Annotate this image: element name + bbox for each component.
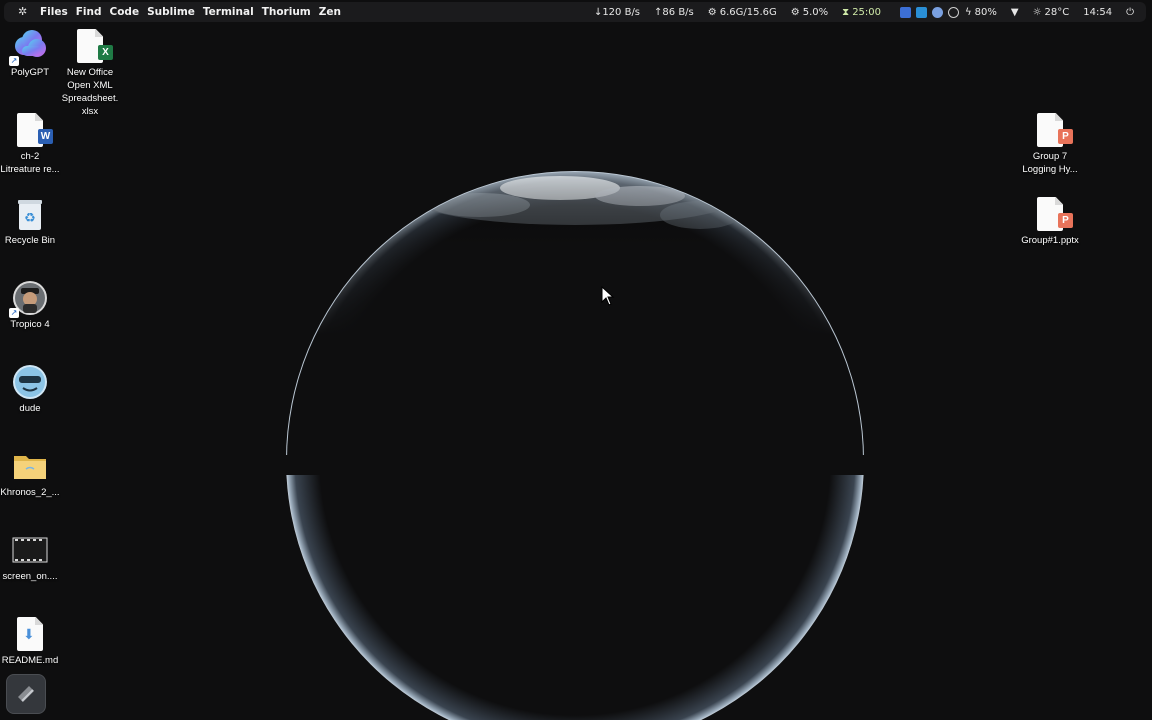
desktop-icon-khronos[interactable]: Khronos_2_... [0, 448, 60, 499]
icon-label: dude [19, 403, 41, 414]
desktop-icon-ch2[interactable]: W ch-2 Litreature re... [0, 112, 60, 176]
sync-icon[interactable] [948, 6, 960, 18]
icon-label: Group 7 Logging Hy... [1022, 151, 1078, 175]
icon-label: screen_on.... [2, 571, 58, 582]
icon-label: PolyGPT [10, 67, 49, 78]
wifi-icon[interactable]: ▼ [1011, 7, 1019, 18]
battery-value: 80% [974, 6, 997, 18]
word-badge: W [38, 129, 53, 144]
weather: ☼ 28°C [1033, 7, 1070, 18]
clock[interactable]: 14:54 [1083, 7, 1112, 18]
hourglass-icon: ⧗ [842, 6, 850, 18]
menu-zen[interactable]: Zen [319, 6, 341, 18]
top-menu-bar: ✲ Files Find Code Sublime Terminal Thori… [4, 2, 1146, 22]
cpu-value: 5.0% [802, 6, 829, 18]
powerpoint-badge: P [1058, 129, 1073, 144]
network-upload-rate: ↑86 B/s [654, 6, 694, 18]
menu-code[interactable]: Code [110, 6, 140, 18]
menu-terminal[interactable]: Terminal [203, 6, 254, 18]
weather-value: 28°C [1044, 6, 1070, 18]
excel-file-icon: X [72, 28, 113, 64]
video-file-icon [12, 532, 48, 568]
icon-label: Recycle Bin [4, 235, 56, 246]
menu-files[interactable]: Files [40, 6, 68, 18]
dock-app-button[interactable] [6, 674, 46, 714]
menu-thorium[interactable]: Thorium [262, 6, 311, 18]
tropico-icon: ↗ [9, 280, 48, 318]
desktop-icon-group1[interactable]: P Group#1.pptx [1020, 196, 1080, 247]
desktop-icon-tropico[interactable]: ↗ Tropico 4 [0, 280, 60, 331]
folder-icon [12, 448, 48, 484]
pomodoro-timer[interactable]: ⧗ 25:00 [842, 7, 881, 18]
battery-icon: ϟ [965, 6, 972, 18]
network-download-rate: ↓120 B/s [593, 6, 641, 18]
powerpoint-file-icon: P [1032, 112, 1073, 148]
recycle-bin-icon: ♻ [12, 196, 48, 232]
desktop-icon-dude[interactable]: dude [0, 364, 60, 415]
desktop-icon-group7[interactable]: P Group 7 Logging Hy... [1020, 112, 1080, 176]
shortcut-arrow-icon: ↗ [9, 308, 19, 318]
desktop[interactable]: ✲ Files Find Code Sublime Terminal Thori… [0, 0, 1152, 720]
icon-label: Khronos_2_... [0, 487, 60, 498]
icon-label: Tropico 4 [10, 319, 50, 330]
memory-icon: ⚙ [707, 6, 717, 18]
mouse-cursor-icon [601, 286, 615, 306]
icon-label: Group#1.pptx [1021, 235, 1079, 246]
desktop-icon-spreadsheet[interactable]: X New Office Open XML Spreadsheet. xlsx [60, 28, 120, 118]
power-icon[interactable]: ⏻ [1126, 7, 1134, 18]
icon-label: New Office Open XML Spreadsheet. xlsx [61, 67, 119, 117]
dock-app-icon [18, 686, 34, 702]
shortcut-arrow-icon: ↗ [9, 56, 19, 66]
desktop-icon-screen-recording[interactable]: screen_on.... [0, 532, 60, 583]
wallpaper-earth [0, 0, 1152, 720]
memory-usage: ⚙ 6.6G/15.6G [708, 7, 777, 18]
browser-icon[interactable] [932, 6, 944, 18]
word-file-icon: W [12, 112, 53, 148]
polygpt-icon: ↗ [9, 28, 48, 66]
svg-text:♻: ♻ [24, 211, 36, 226]
bitwarden-icon[interactable] [900, 6, 912, 18]
desktop-icon-polygpt[interactable]: ↗ PolyGPT [0, 28, 60, 79]
timer-value: 25:00 [852, 6, 882, 18]
desktop-icon-readme[interactable]: ⬇ README.md [0, 616, 60, 667]
powerpoint-badge: P [1058, 213, 1073, 228]
excel-badge: X [98, 45, 113, 60]
app-menu-icon[interactable]: ✲ [18, 6, 28, 17]
memory-value: 6.6G/15.6G [719, 6, 777, 18]
icon-label: README.md [1, 655, 59, 666]
battery-status: ϟ 80% [965, 7, 997, 18]
menu-find[interactable]: Find [76, 6, 102, 18]
cpu-usage: ⚙ 5.0% [791, 7, 828, 18]
menu-sublime[interactable]: Sublime [147, 6, 195, 18]
tray-icons [895, 6, 960, 18]
desktop-icon-recycle-bin[interactable]: ♻ Recycle Bin [0, 196, 60, 247]
vscode-icon[interactable] [916, 6, 928, 18]
dude-face-icon [12, 364, 48, 400]
powerpoint-file-icon: P [1032, 196, 1073, 232]
icon-label: ch-2 Litreature re... [0, 151, 60, 175]
markdown-file-icon: ⬇ [12, 616, 48, 652]
sun-icon: ☼ [1032, 6, 1042, 18]
cpu-icon: ⚙ [790, 6, 800, 18]
